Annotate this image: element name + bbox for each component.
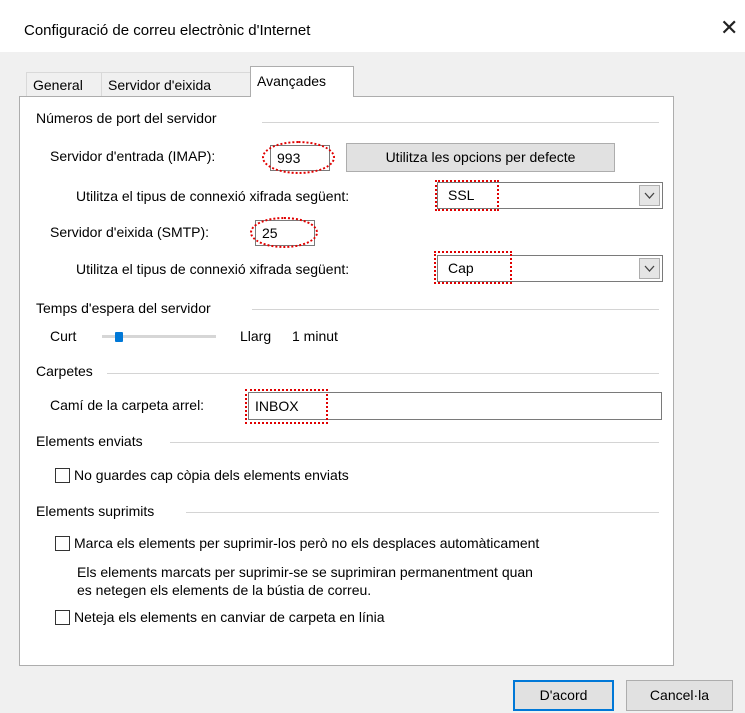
encryption-label-incoming: Utilitza el tipus de connexió xifrada se… xyxy=(76,188,350,204)
outgoing-port-input[interactable]: 25 xyxy=(255,220,315,246)
use-defaults-button[interactable]: Utilitza les opcions per defecte xyxy=(346,143,615,172)
timeout-value: 1 minut xyxy=(292,328,338,344)
title-bar: Configuració de correu electrònic d'Inte… xyxy=(0,0,745,52)
group-title-sent-items: Elements enviats xyxy=(36,433,143,449)
outgoing-encryption-value: Cap xyxy=(448,260,474,276)
deletion-note-line-1: Els elements marcats per suprimir-se se … xyxy=(77,564,533,580)
purge-on-switch-label: Neteja els elements en canviar de carpet… xyxy=(74,609,385,625)
divider xyxy=(262,122,659,123)
internet-email-settings-dialog: Configuració de correu electrònic d'Inte… xyxy=(0,0,745,713)
incoming-encryption-value: SSL xyxy=(448,187,475,203)
divider xyxy=(170,442,659,443)
cancel-button[interactable]: Cancel·la xyxy=(626,680,733,711)
timeout-long-label: Llarg xyxy=(240,328,272,344)
no-copy-sent-label: No guardes cap còpia dels elements envia… xyxy=(74,467,349,483)
outgoing-server-label: Servidor d'eixida (SMTP): xyxy=(50,224,210,240)
incoming-encryption-select[interactable]: SSL xyxy=(437,182,663,209)
group-title-server-ports: Números de port del servidor xyxy=(36,110,217,126)
encryption-label-outgoing: Utilitza el tipus de connexió xifrada se… xyxy=(76,261,350,277)
mark-for-deletion-checkbox[interactable] xyxy=(55,536,70,551)
divider xyxy=(252,309,659,310)
purge-on-switch-checkbox[interactable] xyxy=(55,610,70,625)
group-title-deleted-items: Elements suprimits xyxy=(36,503,155,519)
ok-button[interactable]: D'acord xyxy=(513,680,614,711)
chevron-down-icon[interactable] xyxy=(639,185,660,206)
root-folder-input[interactable]: INBOX xyxy=(248,392,662,420)
group-title-folders: Carpetes xyxy=(36,363,93,379)
timeout-short-label: Curt xyxy=(50,328,77,344)
mark-for-deletion-label: Marca els elements per suprimir-los però… xyxy=(74,535,540,551)
incoming-port-input[interactable]: 993 xyxy=(270,145,330,171)
outgoing-encryption-select[interactable]: Cap xyxy=(437,255,663,282)
tab-general[interactable]: General xyxy=(26,72,102,96)
root-folder-label: Camí de la carpeta arrel: xyxy=(50,397,205,413)
tab-advanced[interactable]: Avançades xyxy=(250,66,354,97)
no-copy-sent-checkbox[interactable] xyxy=(55,468,70,483)
divider xyxy=(186,512,659,513)
close-icon[interactable]: ✕ xyxy=(720,16,738,40)
divider xyxy=(107,373,659,374)
group-title-server-timeout: Temps d'espera del servidor xyxy=(36,300,211,316)
timeout-slider-thumb[interactable] xyxy=(115,332,123,342)
chevron-down-icon[interactable] xyxy=(639,258,660,279)
window-title: Configuració de correu electrònic d'Inte… xyxy=(24,22,311,39)
deletion-note-line-2: es netegen els elements de la bústia de … xyxy=(77,582,372,598)
tab-outgoing-server[interactable]: Servidor d'eixida xyxy=(101,72,251,96)
incoming-server-label: Servidor d'entrada (IMAP): xyxy=(50,148,216,164)
